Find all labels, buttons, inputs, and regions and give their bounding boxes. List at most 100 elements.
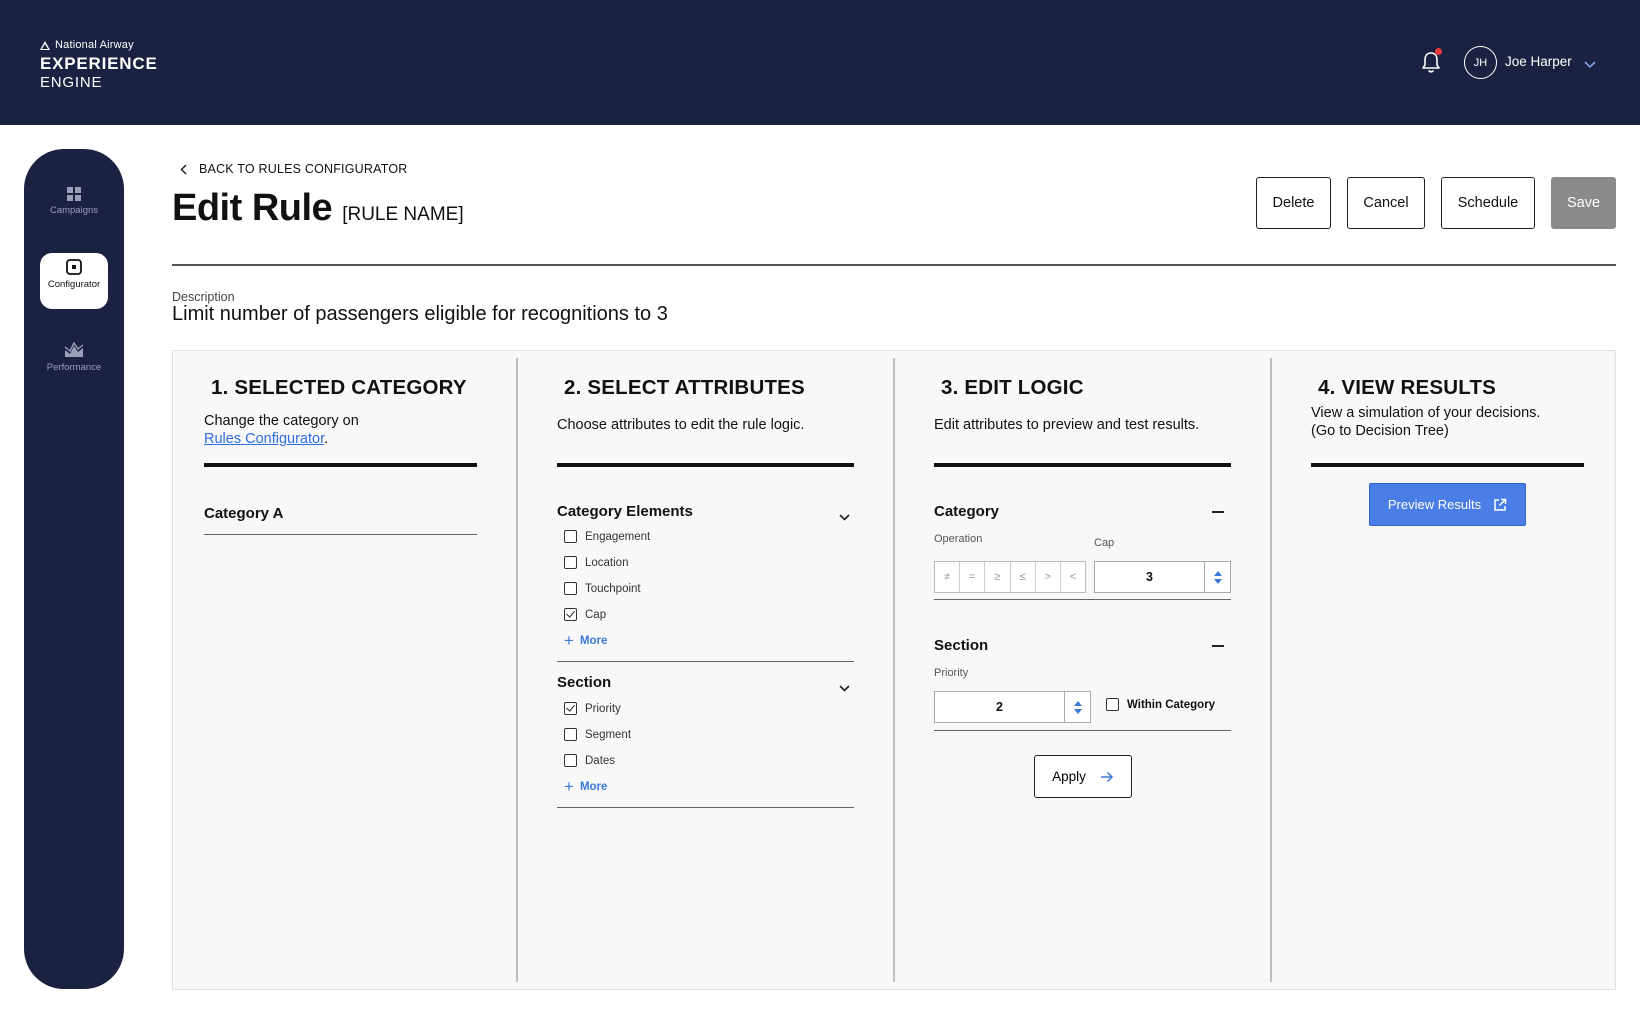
more-category-elements-button[interactable]: + More — [564, 632, 607, 649]
col3-category-divider — [934, 599, 1231, 601]
operation-selector[interactable]: ≠ = ≥ ≤ > < — [934, 561, 1086, 593]
decrement-icon[interactable] — [1073, 708, 1082, 714]
col2-subtitle: Choose attributes to edit the rule logic… — [557, 417, 805, 433]
decision-tree-link[interactable]: (Go to Decision Tree) — [1311, 423, 1449, 439]
plus-icon: + — [564, 631, 574, 650]
chevron-down-icon[interactable] — [1584, 56, 1596, 74]
airway-logo-icon — [40, 41, 50, 50]
cap-value[interactable]: 3 — [1095, 562, 1204, 592]
step-title: EDIT LOGIC — [964, 376, 1084, 399]
step-title: VIEW RESULTS — [1341, 376, 1497, 399]
brand-name-experience: EXPERIENCE — [40, 54, 158, 73]
cap-label: Cap — [1094, 537, 1115, 549]
checkbox-label: Priority — [585, 702, 621, 715]
category-elements-heading[interactable]: Category Elements — [557, 503, 693, 520]
rules-configurator-link[interactable]: Rules Configurator — [204, 431, 324, 447]
operator-greater-equal[interactable]: ≥ — [985, 562, 1011, 592]
checkbox[interactable] — [564, 582, 577, 595]
within-category-toggle[interactable]: Within Category — [1106, 698, 1215, 711]
save-button[interactable]: Save — [1551, 177, 1616, 229]
description-label: Description — [172, 290, 235, 304]
decrement-icon[interactable] — [1213, 578, 1222, 584]
increment-icon[interactable] — [1213, 570, 1222, 576]
operator-less[interactable]: < — [1061, 562, 1085, 592]
collapse-minus-icon[interactable] — [1212, 645, 1224, 647]
preview-results-button[interactable]: Preview Results — [1369, 483, 1526, 526]
checkbox-checked[interactable] — [564, 608, 577, 621]
step-title: SELECTED CATEGORY — [234, 376, 467, 399]
operator-equal[interactable]: = — [960, 562, 986, 592]
checkbox-label: Touchpoint — [585, 582, 641, 595]
back-link[interactable]: BACK TO RULES CONFIGURATOR — [180, 162, 407, 176]
col4-sub-line1: View a simulation of your decisions. — [1311, 405, 1541, 421]
cancel-button[interactable]: Cancel — [1347, 177, 1425, 229]
back-link-label: BACK TO RULES CONFIGURATOR — [199, 162, 408, 176]
priority-value[interactable]: 2 — [935, 692, 1064, 722]
col1-rule — [204, 463, 477, 467]
section-heading[interactable]: Section — [557, 674, 611, 691]
checkbox[interactable] — [564, 556, 577, 569]
brand-logo[interactable]: National Airway EXPERIENCE ENGINE — [40, 40, 158, 90]
checkbox[interactable] — [564, 754, 577, 767]
priority-stepper[interactable]: 2 — [934, 691, 1091, 723]
collapse-minus-icon[interactable] — [1212, 511, 1224, 513]
sidebar-item-campaigns[interactable]: Campaigns — [40, 179, 108, 235]
sidebar: Campaigns Configurator Performance — [24, 149, 124, 989]
checkbox[interactable] — [564, 530, 577, 543]
avatar[interactable]: JH — [1464, 46, 1497, 79]
apply-button[interactable]: Apply — [1034, 755, 1132, 798]
schedule-button[interactable]: Schedule — [1441, 177, 1535, 229]
within-category-label: Within Category — [1127, 698, 1216, 711]
checkbox-label: Engagement — [585, 530, 651, 543]
apply-label: Apply — [1052, 769, 1086, 784]
cap-stepper[interactable]: 3 — [1094, 561, 1231, 593]
col1-subtitle: Change the category on Rules Configurato… — [204, 412, 359, 448]
brand-name-engine: ENGINE — [40, 74, 103, 91]
col3-section-divider — [934, 730, 1231, 732]
stepper-arrows[interactable] — [1064, 692, 1090, 722]
checkbox-label: Dates — [585, 754, 616, 767]
sidebar-item-performance[interactable]: Performance — [40, 336, 108, 392]
attribute-touchpoint[interactable]: Touchpoint — [564, 582, 641, 595]
operator-not-equal[interactable]: ≠ — [935, 562, 961, 592]
increment-icon[interactable] — [1073, 700, 1082, 706]
col3-rule — [934, 463, 1231, 467]
attribute-dates[interactable]: Dates — [564, 754, 615, 767]
col1-sub-suffix: . — [324, 431, 329, 447]
sidebar-item-configurator[interactable]: Configurator — [40, 253, 108, 309]
more-section-button[interactable]: + More — [564, 778, 607, 795]
checkbox[interactable] — [564, 728, 577, 741]
operation-label: Operation — [934, 533, 983, 545]
rule-name: [RULE NAME] — [342, 204, 464, 225]
brand-line-1: National Airway — [40, 40, 158, 51]
delete-button[interactable]: Delete — [1256, 177, 1331, 229]
attribute-engagement[interactable]: Engagement — [564, 530, 650, 543]
col1-title: 1. SELECTED CATEGORY — [211, 376, 467, 400]
col1-sub-text: Change the category on — [204, 413, 359, 429]
attribute-priority[interactable]: Priority — [564, 702, 621, 715]
step-number: 1. — [211, 376, 229, 399]
stepper-arrows[interactable] — [1204, 562, 1230, 592]
arrow-right-icon — [1100, 771, 1113, 782]
col3-title: 3. EDIT LOGIC — [941, 376, 1084, 400]
operator-less-equal[interactable]: ≤ — [1011, 562, 1036, 592]
operator-greater[interactable]: > — [1036, 562, 1061, 592]
chevron-down-icon[interactable] — [839, 508, 850, 526]
top-bar: National Airway EXPERIENCE ENGINE JH Joe… — [0, 0, 1640, 125]
step-number: 3. — [941, 376, 959, 399]
checkbox[interactable] — [1106, 698, 1119, 711]
col1-category-divider — [204, 534, 477, 536]
attribute-location[interactable]: Location — [564, 556, 628, 569]
brand-name-small: National Airway — [55, 39, 134, 51]
notification-bell-icon[interactable] — [1420, 48, 1442, 74]
col2-group-divider — [557, 807, 854, 809]
description-text: Limit number of passengers eligible for … — [172, 303, 668, 325]
page-title-text: Edit Rule — [172, 187, 333, 229]
user-name[interactable]: Joe Harper — [1505, 54, 1572, 69]
selected-category: Category A — [204, 505, 284, 522]
chevron-down-icon[interactable] — [839, 679, 850, 697]
attribute-cap[interactable]: Cap — [564, 608, 606, 621]
attribute-segment[interactable]: Segment — [564, 728, 631, 741]
performance-icon — [40, 336, 108, 358]
checkbox-checked[interactable] — [564, 702, 577, 715]
